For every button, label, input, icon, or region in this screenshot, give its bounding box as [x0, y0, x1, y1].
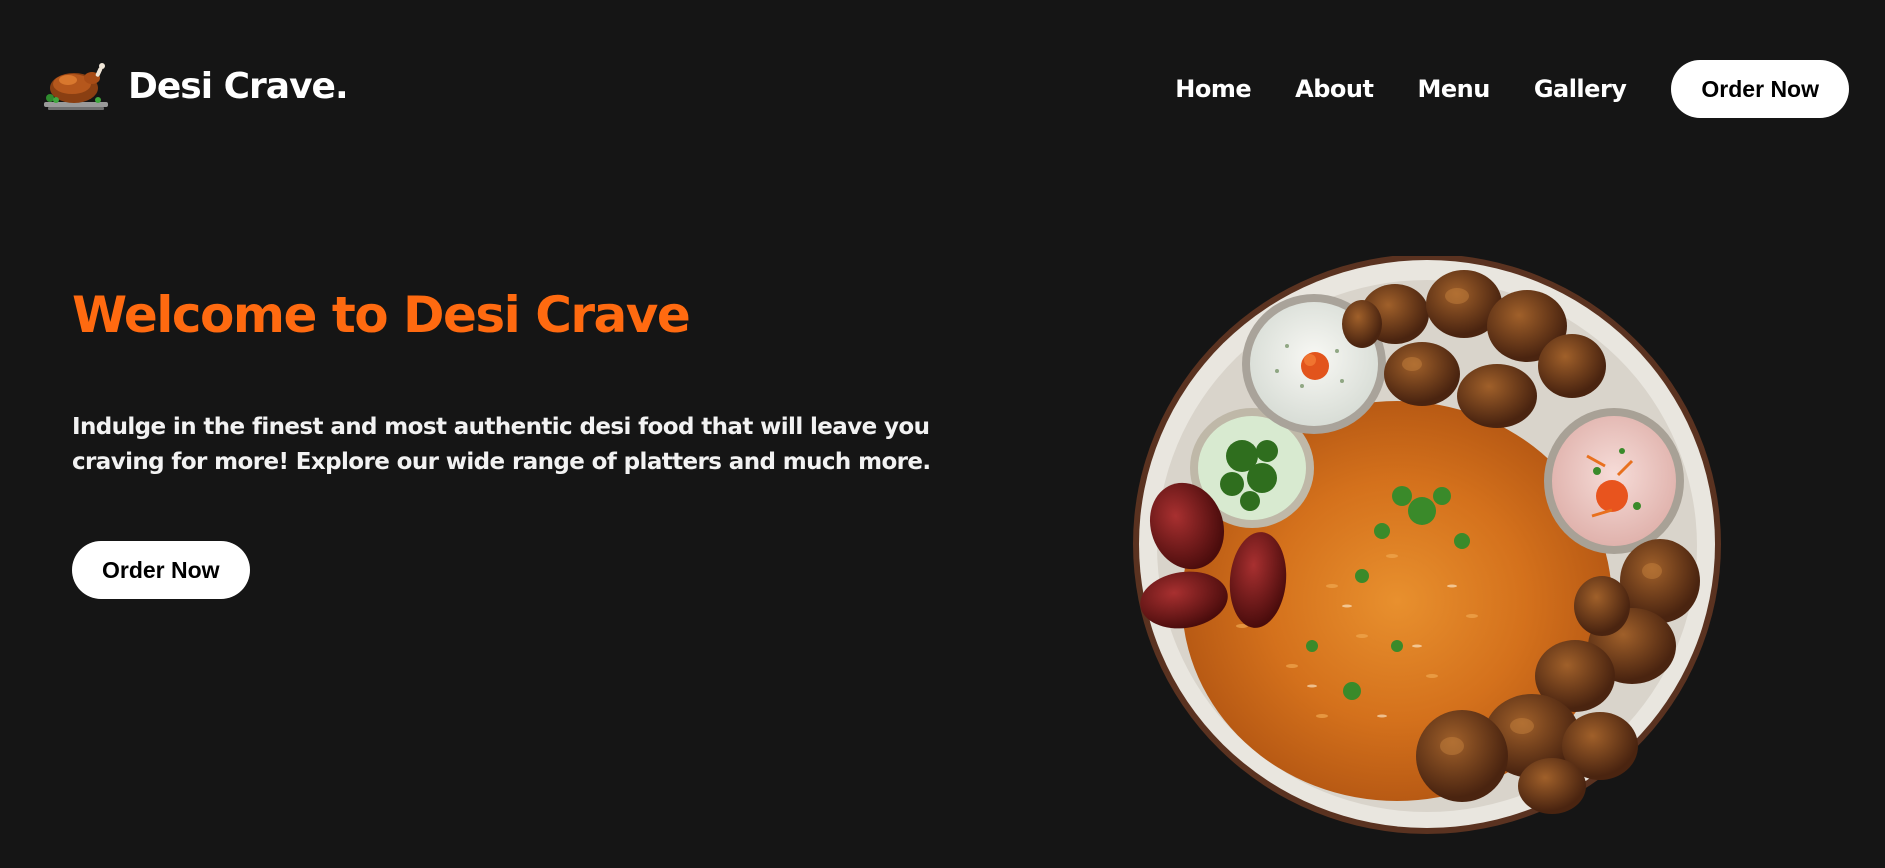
hero-title: Welcome to Desi Crave	[72, 286, 691, 344]
nav-about[interactable]: About	[1295, 75, 1374, 103]
hero-order-now-button[interactable]: Order Now	[72, 541, 250, 599]
site-header: Desi Crave. Home About Menu Gallery Orde…	[0, 0, 1885, 180]
hero-description: Indulge in the finest and most authentic…	[72, 414, 931, 475]
brand-name: Desi Crave.	[128, 65, 349, 107]
roast-chicken-icon	[44, 63, 108, 110]
biryani-platter-image	[1132, 256, 1722, 836]
header-order-now-button[interactable]: Order Now	[1671, 60, 1849, 118]
nav-menu[interactable]: Menu	[1417, 75, 1490, 103]
nav-gallery[interactable]: Gallery	[1534, 75, 1627, 103]
platter-illustration	[1133, 256, 1721, 834]
nav-home[interactable]: Home	[1175, 75, 1251, 103]
main-nav: Home About Menu Gallery Order Now	[1175, 60, 1849, 118]
brand[interactable]: Desi Crave.	[42, 58, 349, 114]
landing-page: Desi Crave. Home About Menu Gallery Orde…	[0, 0, 1885, 868]
